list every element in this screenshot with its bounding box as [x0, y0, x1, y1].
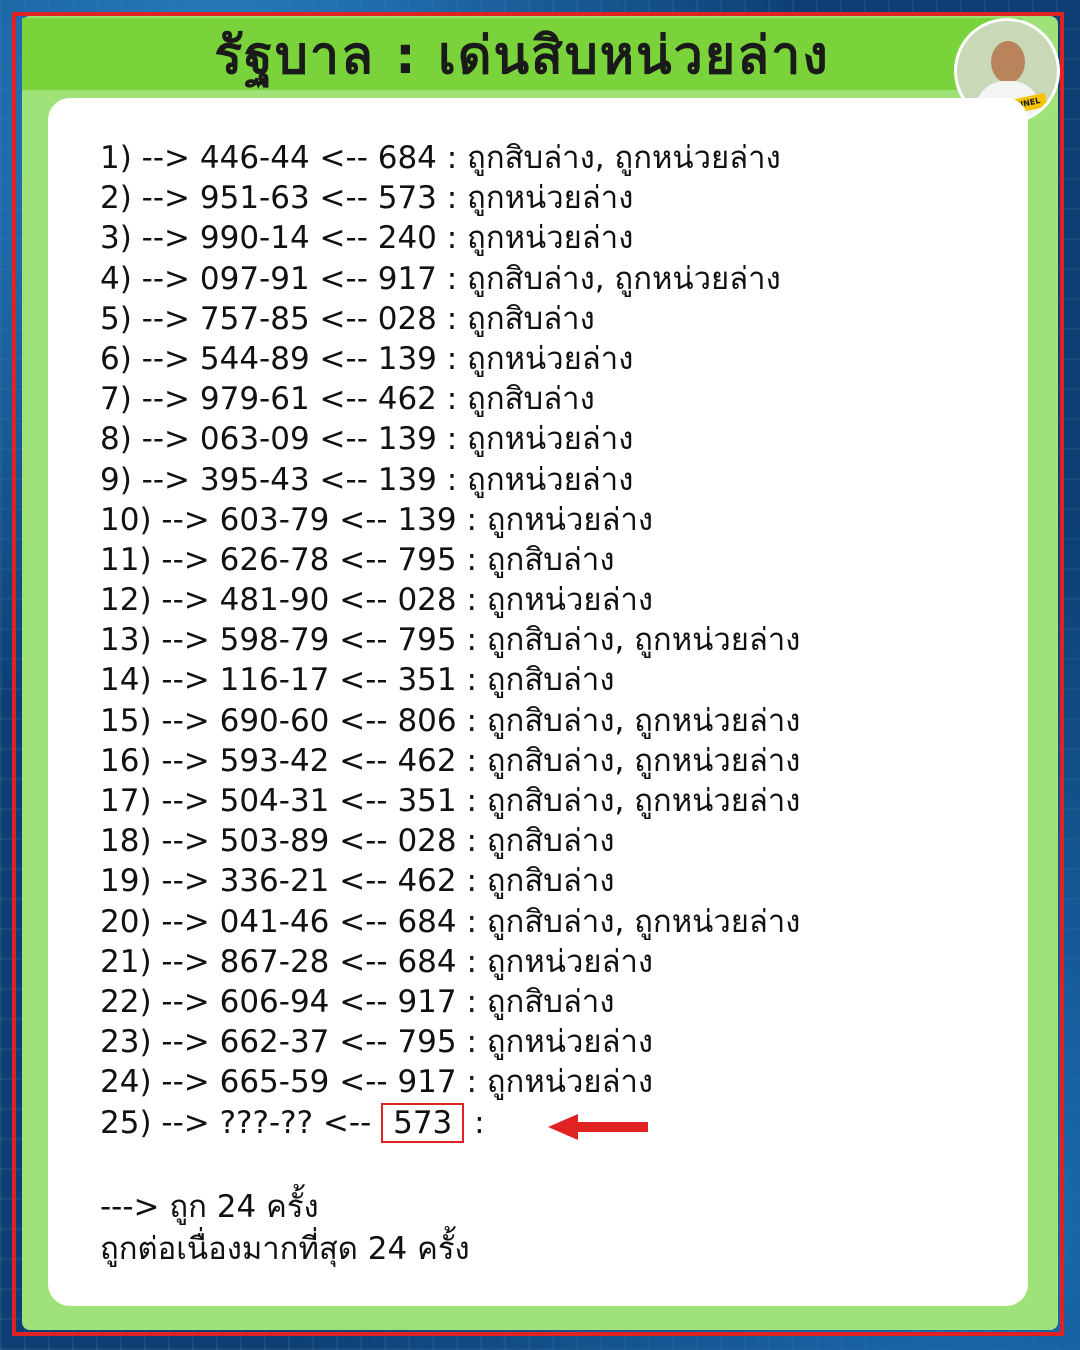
list-item: 14) --> 116-17 <-- 351 : ถูกสิบล่าง	[100, 662, 615, 699]
highlighted-number: 573	[381, 1102, 465, 1143]
page-title: รัฐบาล : เด่นสิบหน่วยล่าง	[214, 25, 830, 86]
list-item: 2) --> 951-63 <-- 573 : ถูกหน่วยล่าง	[100, 180, 634, 217]
list-item: 22) --> 606-94 <-- 917 : ถูกสิบล่าง	[100, 983, 615, 1020]
list-item: 23) --> 662-37 <-- 795 : ถูกหน่วยล่าง	[100, 1024, 654, 1061]
list-item: 7) --> 979-61 <-- 462 : ถูกสิบล่าง	[100, 381, 595, 418]
list-item: 9) --> 395-43 <-- 139 : ถูกหน่วยล่าง	[100, 461, 634, 498]
list-item: 1) --> 446-44 <-- 684 : ถูกสิบล่าง, ถูกห…	[100, 140, 781, 176]
title-bar: รัฐบาล : เด่นสิบหน่วยล่าง	[22, 18, 1022, 90]
list-item: 5) --> 757-85 <-- 028 : ถูกสิบล่าง	[100, 300, 595, 337]
list-item: 17) --> 504-31 <-- 351 : ถูกสิบล่าง, ถูก…	[100, 783, 801, 819]
list-item: 18) --> 503-89 <-- 028 : ถูกสิบล่าง	[100, 823, 615, 860]
list-item: 19) --> 336-21 <-- 462 : ถูกสิบล่าง	[100, 863, 615, 900]
result-list: 1) --> 446-44 <-- 684 : ถูกสิบล่าง, ถูกห…	[100, 138, 800, 1143]
list-item: 4) --> 097-91 <-- 917 : ถูกสิบล่าง, ถูกห…	[100, 260, 781, 297]
list-item: 13) --> 598-79 <-- 795 : ถูกสิบล่าง, ถูก…	[100, 622, 801, 659]
summary: ---> ถูก 24 ครั้ง ถูกต่อเนื่องมากที่สุด …	[100, 1186, 470, 1270]
pending-prefix: 25) --> ???-?? <--	[100, 1104, 372, 1141]
list-item-pending: 25) --> ???-?? <-- 573 :	[100, 1102, 800, 1143]
list-item: 20) --> 041-46 <-- 684 : ถูกสิบล่าง, ถูก…	[100, 903, 801, 940]
summary-count: ---> ถูก 24 ครั้ง	[100, 1189, 319, 1225]
list-item: 24) --> 665-59 <-- 917 : ถูกหน่วยล่าง	[100, 1064, 654, 1101]
list-item: 6) --> 544-89 <-- 139 : ถูกหน่วยล่าง	[100, 340, 634, 377]
list-item: 10) --> 603-79 <-- 139 : ถูกหน่วยล่าง	[100, 501, 654, 538]
list-item: 11) --> 626-78 <-- 795 : ถูกสิบล่าง	[100, 541, 615, 578]
list-item: 12) --> 481-90 <-- 028 : ถูกหน่วยล่าง	[100, 582, 654, 619]
avatar-face	[991, 41, 1025, 83]
list-item: 16) --> 593-42 <-- 462 : ถูกสิบล่าง, ถูก…	[100, 742, 801, 779]
list-item: 15) --> 690-60 <-- 806 : ถูกสิบล่าง, ถูก…	[100, 702, 801, 739]
list-item: 8) --> 063-09 <-- 139 : ถูกหน่วยล่าง	[100, 421, 634, 458]
left-arrow-icon	[548, 1114, 648, 1140]
list-item: 3) --> 990-14 <-- 240 : ถูกหน่วยล่าง	[100, 220, 634, 257]
list-item: 21) --> 867-28 <-- 684 : ถูกหน่วยล่าง	[100, 943, 654, 980]
summary-streak: ถูกต่อเนื่องมากที่สุด 24 ครั้ง	[100, 1231, 470, 1267]
pending-suffix: :	[474, 1104, 485, 1141]
